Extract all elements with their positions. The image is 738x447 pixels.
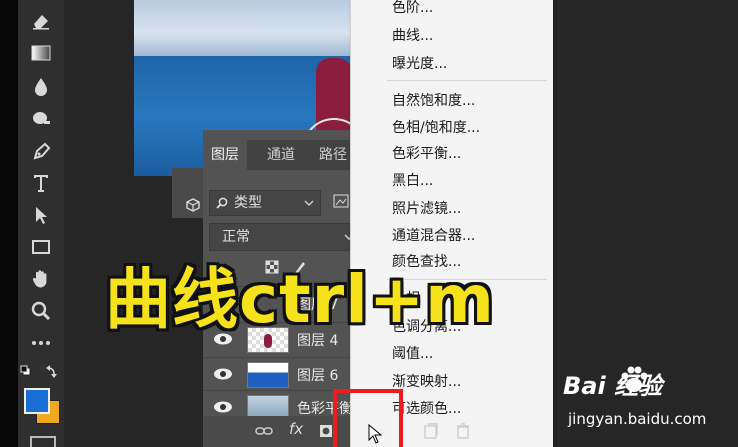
- more-tools-icon[interactable]: [18, 328, 64, 358]
- menu-item-black-white[interactable]: 黑白...: [392, 170, 433, 190]
- layer-name: 图层 6: [297, 368, 339, 384]
- tab-layers[interactable]: 图层: [203, 140, 247, 170]
- menu-item-curves[interactable]: 曲线...: [392, 25, 433, 45]
- layers-panel-tabs: 图层 通道 路径: [203, 140, 373, 170]
- tab-paths[interactable]: 路径: [319, 140, 347, 170]
- link-layers-icon[interactable]: [255, 426, 273, 436]
- gradient-tool-icon[interactable]: [18, 38, 64, 68]
- path-selection-tool-icon[interactable]: [18, 200, 64, 230]
- baidu-jingyan-watermark: Bai 经验 jingyan.baidu.com: [563, 366, 706, 428]
- menu-item-color-balance[interactable]: 色彩平衡...: [392, 143, 461, 163]
- blur-tool-icon[interactable]: [18, 72, 64, 102]
- layer-filter-label: 类型: [234, 195, 262, 211]
- tutorial-caption: 曲线ctrl+m: [105, 261, 495, 338]
- layer-row[interactable]: 图层 6: [203, 357, 373, 390]
- trash-icon[interactable]: [456, 423, 470, 439]
- type-tool-icon[interactable]: [18, 168, 64, 198]
- menu-item-channel-mixer[interactable]: 通道混合器...: [392, 225, 475, 245]
- new-layer-icon[interactable]: [424, 423, 438, 439]
- menu-separator: [387, 80, 547, 81]
- paw-logo-icon: [621, 366, 648, 392]
- layer-thumbnail: [247, 362, 289, 388]
- visibility-eye-icon[interactable]: [213, 367, 233, 381]
- quick-mask-icon[interactable]: [30, 436, 56, 447]
- canvas-sky: [134, 0, 359, 56]
- mouse-cursor-icon: [368, 424, 382, 444]
- tools-panel: [18, 0, 64, 447]
- dodge-tool-icon[interactable]: [18, 104, 64, 134]
- menu-item-hue-saturation[interactable]: 色相/饱和度...: [392, 117, 480, 137]
- zoom-tool-icon[interactable]: [18, 296, 64, 326]
- watermark-url: jingyan.baidu.com: [568, 410, 707, 428]
- hand-tool-icon[interactable]: [18, 264, 64, 294]
- menu-item-photo-filter[interactable]: 照片滤镜...: [392, 198, 461, 218]
- pen-tool-icon[interactable]: [18, 137, 64, 167]
- search-icon: [216, 197, 228, 209]
- visibility-eye-icon[interactable]: [213, 400, 233, 414]
- adjustment-layer-menu: 色阶... 曲线... 曝光度... 自然饱和度... 色相/饱和度... 色彩…: [350, 0, 553, 447]
- chevron-down-icon: [304, 200, 314, 206]
- rectangle-tool-icon[interactable]: [18, 232, 64, 262]
- cube-icon: [186, 198, 200, 212]
- menu-item-levels[interactable]: 色阶...: [392, 0, 433, 17]
- fx-icon[interactable]: fx: [289, 420, 303, 438]
- filter-image-icon[interactable]: [333, 193, 349, 211]
- eraser-tool-icon[interactable]: [18, 6, 64, 36]
- menu-item-gradient-map[interactable]: 渐变映射...: [392, 371, 461, 391]
- menu-item-exposure[interactable]: 曝光度...: [392, 53, 447, 73]
- menu-item-vibrance[interactable]: 自然饱和度...: [392, 90, 475, 110]
- screen-frame: 图层 通道 路径 类型 正常 图层 7 图层 4 图层 6 色彩平衡 fx 色阶…: [0, 0, 738, 447]
- tab-channels[interactable]: 通道: [267, 140, 295, 170]
- add-mask-icon[interactable]: [319, 424, 333, 438]
- swap-colors-icon[interactable]: [20, 364, 60, 378]
- layer-filter-dropdown[interactable]: 类型: [209, 190, 321, 216]
- menu-item-threshold[interactable]: 阈值...: [392, 343, 433, 363]
- foreground-color-swatch[interactable]: [24, 388, 50, 414]
